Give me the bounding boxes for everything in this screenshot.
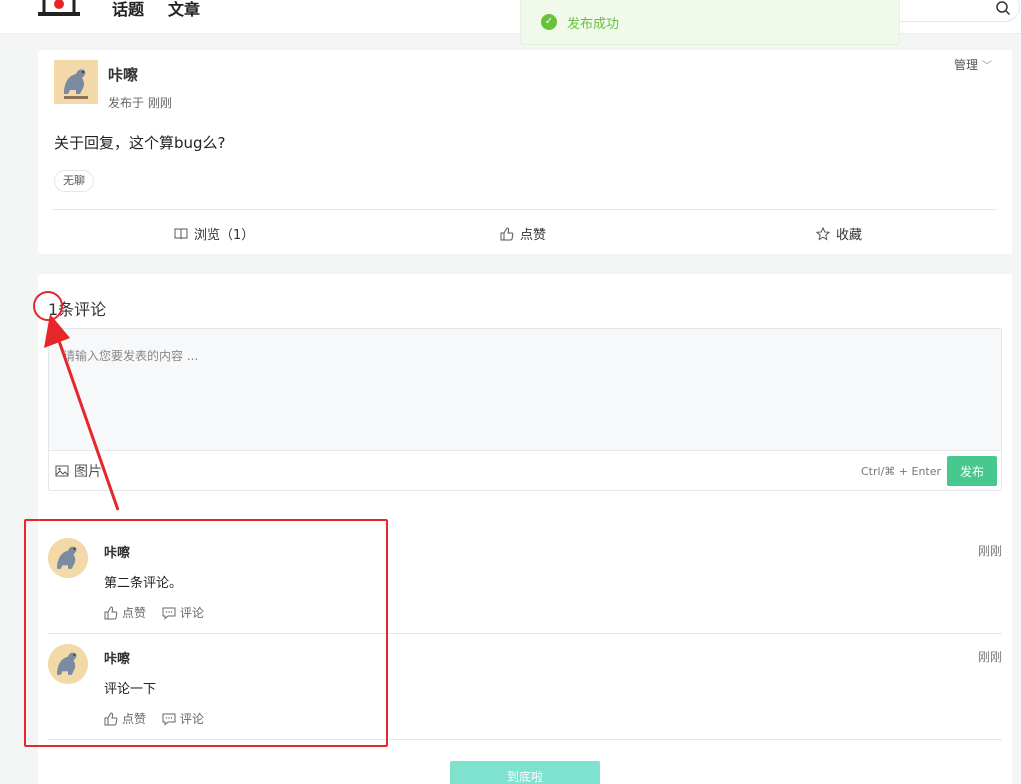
- nav-articles[interactable]: 文章: [168, 0, 200, 20]
- dinosaur-icon: [54, 60, 98, 104]
- like-button[interactable]: 点赞: [500, 224, 546, 243]
- comment-time: 刚刚: [977, 544, 1002, 558]
- post-content: 关于回复，这个算bug么?: [54, 134, 226, 152]
- annotation-highlight-box: [24, 519, 388, 747]
- manage-label: 管理: [954, 58, 979, 72]
- post-time: 发布于 刚刚: [108, 96, 172, 110]
- book-icon: [174, 228, 188, 239]
- post-author-name[interactable]: 咔嚓: [108, 64, 138, 85]
- toast-message: 发布成功: [567, 17, 620, 32]
- like-label: 点赞: [520, 228, 547, 243]
- shortcut-hint: Ctrl/⌘ + Enter: [861, 465, 942, 478]
- thumbs-up-icon: [500, 226, 514, 240]
- success-toast: ✓ 发布成功: [520, 0, 900, 45]
- check-circle-icon: ✓: [541, 14, 557, 30]
- annotation-circle: [33, 291, 63, 321]
- views-stat: 浏览（1）: [174, 224, 254, 243]
- image-icon: [55, 465, 69, 477]
- comment-time: 刚刚: [977, 650, 1002, 664]
- editor-toolbar: 图片 Ctrl/⌘ + Enter 发布: [49, 450, 1001, 490]
- divider: [52, 209, 997, 210]
- chevron-down-icon: ﹀: [982, 61, 993, 72]
- nav-topics[interactable]: 话题: [112, 0, 144, 20]
- comment-input[interactable]: [49, 329, 1001, 449]
- views-label: 浏览（1）: [194, 228, 255, 243]
- site-logo-icon[interactable]: [36, 0, 82, 18]
- star-icon: [816, 226, 830, 241]
- search-icon[interactable]: [995, 0, 1011, 16]
- insert-image-button[interactable]: 图片: [55, 461, 102, 481]
- manage-dropdown[interactable]: 管理 ﹀: [954, 56, 992, 73]
- reached-bottom-button[interactable]: 到底啦: [450, 761, 600, 784]
- image-label: 图片: [74, 464, 102, 480]
- comment-editor: 图片 Ctrl/⌘ + Enter 发布: [48, 328, 1002, 491]
- post-tag[interactable]: 无聊: [54, 170, 94, 192]
- publish-button[interactable]: 发布: [947, 456, 997, 486]
- favorite-button[interactable]: 收藏: [816, 224, 862, 243]
- post-card: 咔嚓 发布于 刚刚 管理 ﹀ 关于回复，这个算bug么? 无聊 浏览（1） 点赞 …: [38, 50, 1012, 254]
- favorite-label: 收藏: [836, 228, 863, 243]
- author-avatar[interactable]: [54, 60, 98, 104]
